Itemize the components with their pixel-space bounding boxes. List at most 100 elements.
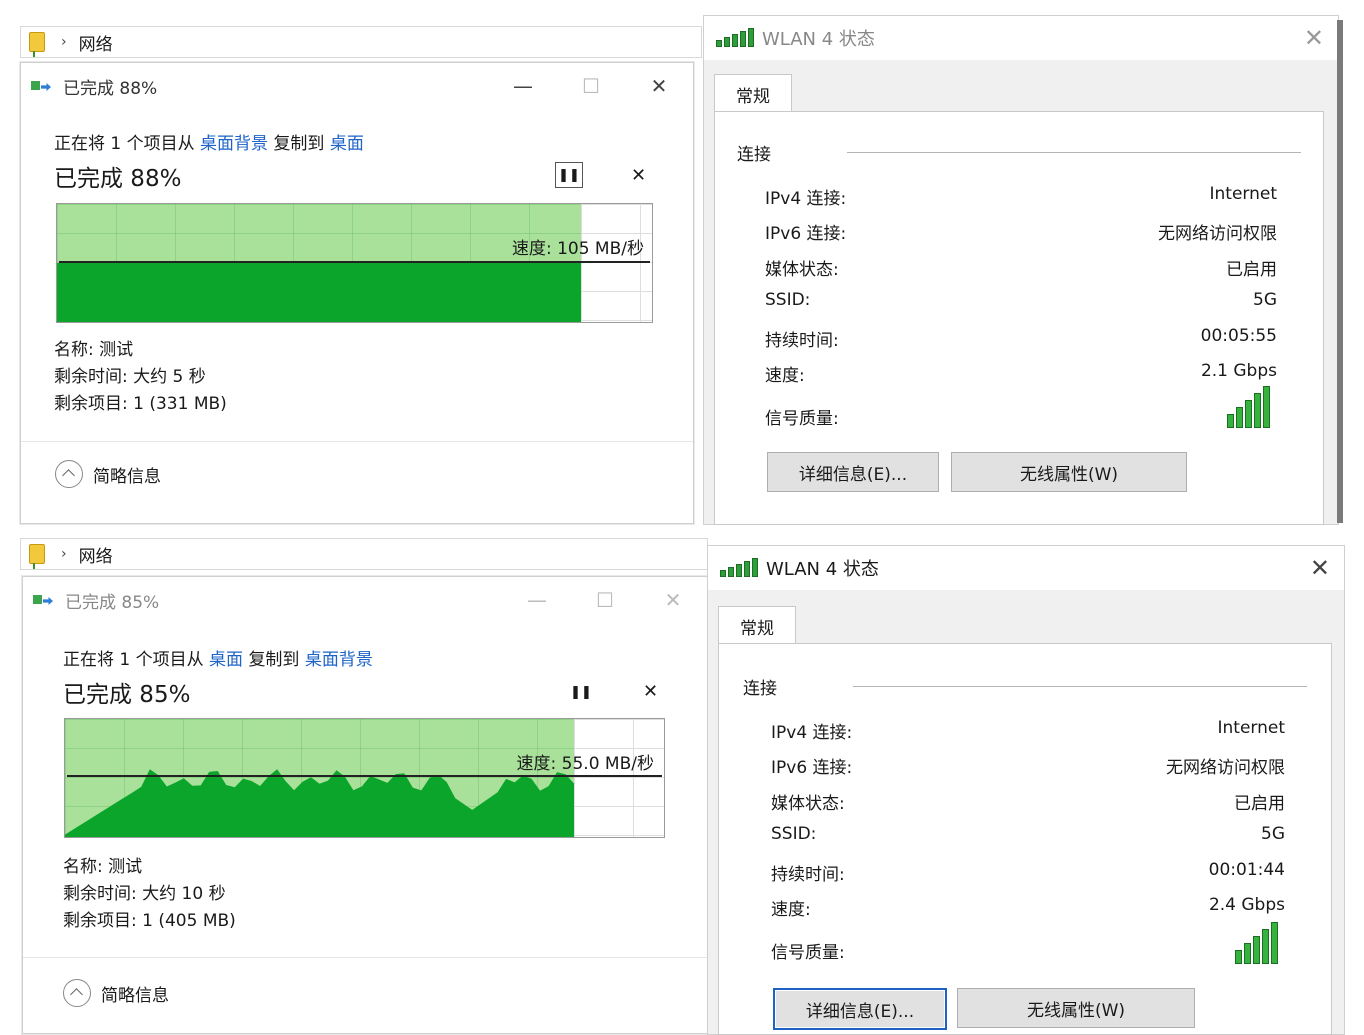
operation-prefix: 正在将 1 个项目从	[63, 650, 204, 670]
speed-area	[57, 263, 581, 322]
info-row: SSID: 5G	[765, 290, 1277, 314]
info-row-label: 媒体状态:	[771, 793, 845, 814]
time-remaining: 剩余时间: 大约 5 秒	[54, 367, 206, 387]
copy-progress-dialog-bottom: 已完成 85% — ☐ ✕ 正在将 1 个项目从 桌面 复制到 桌面背景 已完成…	[22, 576, 708, 1034]
file-name: 名称: 测试	[54, 340, 134, 360]
minimize-button[interactable]: —	[503, 577, 571, 623]
info-row-value: 已启用	[1226, 259, 1277, 280]
info-row-label: IPv4 连接:	[765, 189, 847, 209]
window-edge	[1337, 20, 1343, 523]
details-block: 名称: 测试 剩余时间: 大约 10 秒 剩余项目: 1 (405 MB)	[63, 854, 236, 935]
maximize-button: ☐	[596, 588, 614, 612]
copy-icon	[33, 593, 55, 607]
fewer-details-toggle[interactable]: 简略信息	[63, 979, 169, 1007]
operation-prefix: 正在将 1 个项目从	[54, 134, 195, 154]
tab-general[interactable]: 常规	[718, 606, 796, 645]
operation-line: 正在将 1 个项目从 桌面 复制到 桌面背景	[63, 645, 373, 670]
info-row: 媒体状态: 已启用	[765, 255, 1277, 280]
dialog-title: WLAN 4 状态	[766, 559, 879, 580]
speed-area-chart	[65, 769, 574, 837]
cancel-button[interactable]: ✕	[631, 165, 646, 186]
chevron-up-icon	[55, 460, 83, 488]
signal-bar	[1254, 393, 1261, 428]
signal-strength-icon	[1227, 386, 1270, 428]
info-row: IPv6 连接: 无网络访问权限	[771, 753, 1285, 779]
general-panel: 连接 IPv4 连接: Internet IPv6 连接: 无网络访问权限 媒体状态: 已…	[718, 643, 1332, 1035]
info-row-label: 速度:	[765, 366, 805, 386]
pause-button[interactable]: ❚❚	[555, 162, 583, 188]
info-row-value: 00:05:55	[1200, 325, 1277, 346]
time-remaining: 剩余时间: 大约 10 秒	[63, 884, 226, 904]
destination-link[interactable]: 桌面	[330, 134, 364, 154]
connection-group-label: 连接	[737, 145, 771, 165]
group-divider	[847, 152, 1301, 153]
close-button[interactable]: ✕	[639, 577, 707, 623]
info-row-value: 2.4 Gbps	[1208, 895, 1285, 915]
info-row-label: SSID:	[765, 290, 811, 311]
source-link[interactable]: 桌面背景	[200, 134, 268, 154]
signal-bar	[1236, 407, 1243, 428]
details-button[interactable]: 详细信息(E)...	[773, 988, 947, 1030]
info-row-label: IPv6 连接:	[771, 758, 853, 779]
pause-icon: ❚❚	[570, 684, 592, 700]
tab-general[interactable]: 常规	[714, 74, 792, 113]
info-row: 媒体状态: 已启用	[771, 789, 1285, 814]
info-row: 持续时间: 00:05:55	[765, 325, 1277, 351]
info-row-value: 无网络访问权限	[1166, 758, 1285, 779]
wireless-properties-button[interactable]: 无线属性(W)	[951, 452, 1187, 492]
wireless-properties-button[interactable]: 无线属性(W)	[957, 988, 1195, 1028]
fewer-details-toggle[interactable]: 简略信息	[55, 460, 161, 488]
items-remaining: 剩余项目: 1 (405 MB)	[63, 911, 236, 931]
signal-quality-label: 信号质量:	[765, 409, 839, 429]
explorer-breadcrumb-bar: › 网络	[20, 26, 702, 58]
close-button[interactable]: ✕	[1304, 24, 1324, 52]
speed-line	[67, 775, 662, 777]
info-row-value: 5G	[1261, 824, 1285, 845]
destination-link[interactable]: 桌面背景	[305, 650, 373, 670]
chevron-right-icon: ›	[61, 546, 67, 562]
info-row: 持续时间: 00:01:44	[771, 859, 1285, 885]
signal-bar	[1253, 936, 1260, 964]
close-button[interactable]: ✕	[625, 63, 693, 109]
info-row-value: 已启用	[1234, 793, 1285, 814]
info-row-label: SSID:	[771, 824, 817, 845]
details-button[interactable]: 详细信息(E)...	[767, 452, 939, 492]
info-row-value: Internet	[1217, 718, 1285, 738]
breadcrumb-network[interactable]: 网络	[79, 542, 113, 567]
minimize-button[interactable]: —	[489, 63, 557, 109]
maximize-button: ☐	[582, 74, 600, 98]
close-button[interactable]: ✕	[1310, 554, 1330, 582]
info-row-value: 2.1 Gbps	[1200, 361, 1277, 381]
signal-strength-icon	[1235, 922, 1278, 964]
network-folder-icon	[29, 544, 45, 569]
fewer-details-label: 简略信息	[93, 466, 161, 487]
cancel-button[interactable]: ✕	[643, 681, 658, 702]
signal-bar	[1262, 929, 1269, 964]
speed-area-chart	[57, 263, 581, 322]
dialog-title: WLAN 4 状态	[762, 29, 875, 50]
wlan-status-dialog-bottom: WLAN 4 状态 ✕ 常规 连接 IPv4 连接: Internet IPv6 连…	[707, 545, 1345, 1035]
group-divider	[853, 686, 1307, 687]
dialog-title: 已完成 88%	[63, 78, 158, 99]
breadcrumb-network[interactable]: 网络	[79, 30, 113, 55]
info-row-label: IPv4 连接:	[771, 723, 853, 743]
signal-bar	[1245, 400, 1252, 428]
pause-icon: ❚❚	[558, 167, 580, 183]
file-name: 名称: 测试	[63, 857, 143, 877]
info-row: 速度: 2.4 Gbps	[771, 895, 1285, 920]
info-row-label: 速度:	[771, 900, 811, 920]
close-icon: ✕	[643, 681, 659, 702]
info-row: IPv6 连接: 无网络访问权限	[765, 219, 1277, 244]
info-row: SSID: 5G	[771, 824, 1285, 848]
info-row: 速度: 2.1 Gbps	[765, 361, 1277, 386]
close-icon: ✕	[631, 165, 647, 186]
pause-button[interactable]: ❚❚	[567, 679, 595, 705]
details-block: 名称: 测试 剩余时间: 大约 5 秒 剩余项目: 1 (331 MB)	[54, 337, 227, 418]
source-link[interactable]: 桌面	[209, 650, 243, 670]
speed-graph: 速度: 105 MB/秒	[56, 203, 653, 323]
info-row-label: 持续时间:	[765, 330, 839, 351]
copy-progress-dialog-top: 已完成 88% — ☐ ✕ 正在将 1 个项目从 桌面背景 复制到 桌面 已完成…	[20, 62, 694, 524]
signal-bar	[1271, 922, 1278, 964]
info-row-value: 00:01:44	[1208, 859, 1285, 880]
wifi-signal-icon	[720, 558, 758, 577]
